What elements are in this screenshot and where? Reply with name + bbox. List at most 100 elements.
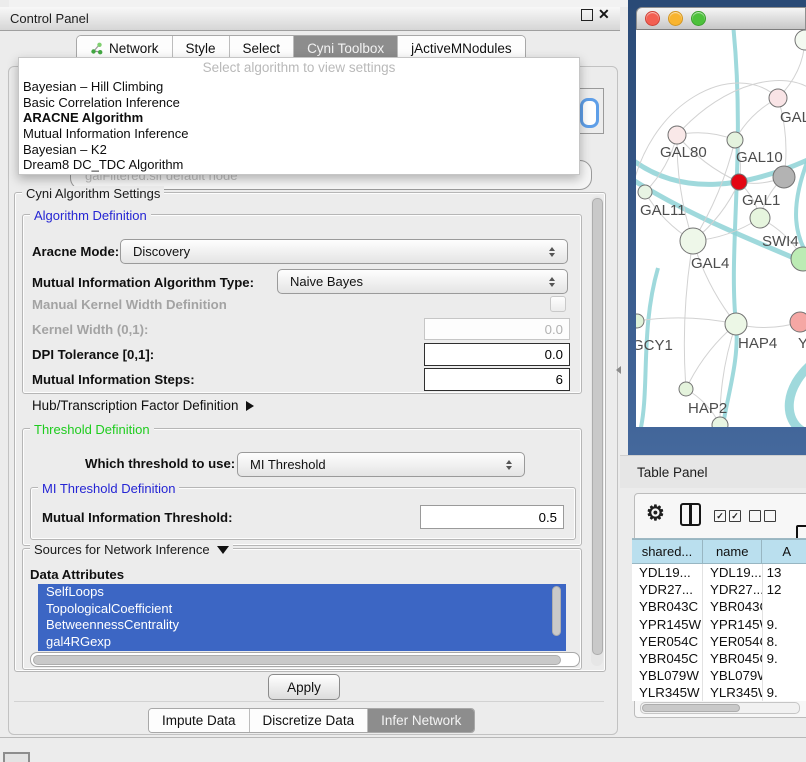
table-row[interactable]: YLR345WYLR345W9. (632, 684, 806, 701)
mi-steps-input[interactable]: 6 (424, 368, 570, 391)
app-root: Control Panel ✕ NetworkStyleSelectCyni T… (0, 0, 806, 762)
network-node[interactable] (795, 30, 806, 50)
kernel-width-input[interactable]: 0.0 (424, 318, 570, 340)
attribute-item-topologicalcoefficient[interactable]: TopologicalCoefficient (38, 601, 566, 618)
dropdown-item-bayesian-hill-climbing[interactable]: Bayesian – Hill Climbing (19, 79, 579, 95)
attribute-item-betweennesscentrality[interactable]: BetweennessCentrality (38, 617, 566, 634)
network-node-hap2[interactable] (679, 382, 693, 396)
close-window-icon[interactable] (645, 11, 660, 26)
sources-legend[interactable]: Sources for Network Inference (30, 542, 233, 557)
float-panel-icon[interactable] (581, 9, 593, 21)
control-panel-titlebar[interactable]: Control Panel (0, 7, 620, 31)
table-cell: YDR27... (632, 581, 703, 598)
attribute-item-selfloops[interactable]: SelfLoops (38, 584, 566, 601)
splitter-handle-icon[interactable] (616, 366, 621, 374)
mi-threshold-input[interactable]: 0.5 (420, 505, 564, 529)
algorithm-definition-legend: Algorithm Definition (30, 208, 151, 223)
table-cell: 12 (763, 581, 806, 598)
manual-kernel-checkbox[interactable] (550, 296, 566, 312)
dpi-tolerance-label: DPI Tolerance [0,1]: (32, 347, 154, 362)
table-cell (763, 667, 806, 684)
node-label-gal4: GAL4 (691, 255, 729, 272)
table-row[interactable]: YDR27...YDR27...12 (632, 581, 806, 598)
network-icon (90, 42, 103, 55)
table-cell: YER054C (703, 633, 763, 650)
hub-definition-toggle[interactable]: Hub/Transcription Factor Definition (32, 398, 254, 413)
table-cell: 9. (763, 650, 806, 667)
dropdown-item-dream8-dc-tdc-algorithm[interactable]: Dream8 DC_TDC Algorithm (19, 157, 579, 173)
mi-threshold-legend: MI Threshold Definition (38, 481, 179, 496)
tab-label: Select (243, 41, 281, 56)
minimize-window-icon[interactable] (668, 11, 683, 26)
dpi-tolerance-input[interactable]: 0.0 (424, 343, 570, 366)
minimized-panel-icon[interactable] (3, 752, 30, 762)
table-row[interactable]: YDL19...YDL19...13 (632, 564, 806, 581)
stepper-arrows-icon (506, 460, 512, 470)
network-node-gal4[interactable] (680, 228, 706, 254)
which-threshold-combo[interactable]: MI Threshold (237, 452, 525, 477)
network-node-gal10[interactable] (727, 132, 743, 148)
data-attributes-list[interactable]: SelfLoopsTopologicalCoefficientBetweenne… (38, 584, 566, 651)
close-panel-icon[interactable]: ✕ (598, 6, 610, 23)
network-node[interactable] (773, 166, 795, 188)
table-cell: YBR045C (632, 650, 703, 667)
settings-vertical-scrollbar[interactable] (591, 196, 603, 666)
which-threshold-label: Which threshold to use: (85, 456, 235, 471)
table-cell: YBR045C (703, 650, 763, 667)
attributes-horizontal-scrollbar[interactable] (30, 652, 580, 667)
node-label-hap2: HAP2 (688, 400, 727, 417)
bottom-divider (0, 737, 806, 738)
table-row[interactable]: YBR043CYBR043C (632, 598, 806, 615)
table-row[interactable]: YBL079WYBL079W (632, 667, 806, 684)
table-row[interactable]: YBR045CYBR045C9. (632, 650, 806, 667)
dropdown-item-basic-correlation-inference[interactable]: Basic Correlation Inference (19, 95, 579, 111)
gear-icon[interactable]: ⚙ (646, 503, 665, 524)
select-all-checkboxes-icon[interactable]: ✓✓ (714, 510, 741, 522)
table-horizontal-scrollbar[interactable] (640, 702, 800, 714)
dropdown-item-aracne-algorithm[interactable]: ARACNE Algorithm (19, 110, 579, 126)
network-node-gcy1[interactable] (636, 314, 644, 328)
table-cell: YLR345W (632, 684, 703, 701)
table-panel-titlebar[interactable]: Table Panel (620, 455, 806, 488)
focused-combo-fragment[interactable] (576, 88, 604, 134)
table-row[interactable]: YPR145WYPR145W9. (632, 616, 806, 633)
table-cell: YDL19... (703, 564, 763, 581)
column-header-a[interactable]: A (762, 539, 806, 564)
dropdown-item-mutual-information-inference[interactable]: Mutual Information Inference (19, 126, 579, 142)
network-node-gal1[interactable] (750, 208, 770, 228)
network-node-hap4[interactable] (725, 313, 747, 335)
mi-algorithm-type-combo[interactable]: Naive Bayes (277, 269, 568, 294)
dropdown-item-bayesian-k2[interactable]: Bayesian – K2 (19, 142, 579, 158)
aracne-mode-label: Aracne Mode: (32, 244, 119, 259)
column-header-shared[interactable]: shared... (632, 539, 703, 564)
table-row[interactable]: YER054CYER054C8. (632, 633, 806, 650)
bottom-tab-infer-network[interactable]: Infer Network (368, 709, 474, 732)
network-node-gal7[interactable] (769, 89, 787, 107)
attribute-item-gal4rgexp[interactable]: gal4RGexp (38, 634, 566, 651)
mi-steps-label: Mutual Information Steps: (32, 372, 195, 387)
combo-stepper[interactable] (580, 98, 599, 128)
column-header-name[interactable]: name (703, 539, 762, 564)
apply-button[interactable]: Apply (268, 674, 340, 700)
network-node-gal80[interactable] (668, 126, 686, 144)
network-node[interactable] (731, 174, 747, 190)
node-table[interactable]: shared...nameAYDL19...YDL19...13YDR27...… (632, 538, 806, 701)
network-node-y[interactable] (790, 312, 806, 332)
dropdown-placeholder: Select algorithm to view settings (19, 58, 579, 79)
stepper-arrows-icon (549, 247, 555, 257)
network-node-swi4[interactable] (791, 247, 806, 271)
expanded-arrow-icon (217, 546, 229, 554)
aracne-mode-combo[interactable]: Discovery (120, 239, 568, 264)
collapsed-arrow-icon (246, 401, 254, 411)
table-cell: YDR27... (703, 581, 763, 598)
network-window-titlebar[interactable] (636, 7, 806, 30)
bottom-tab-impute-data[interactable]: Impute Data (149, 709, 250, 732)
network-node-gal11[interactable] (638, 185, 652, 199)
stepper-arrows-icon (549, 277, 555, 287)
columns-icon[interactable] (680, 503, 701, 526)
zoom-window-icon[interactable] (691, 11, 706, 26)
attributes-vertical-scrollbar[interactable] (552, 586, 561, 648)
bottom-tab-discretize-data[interactable]: Discretize Data (250, 709, 369, 732)
deselect-all-checkboxes-icon[interactable] (749, 510, 776, 522)
network-canvas[interactable]: GAL7GAL80GAL10GAL11GAL1GAL4SWI4GCY1HAP4Y… (636, 30, 806, 427)
